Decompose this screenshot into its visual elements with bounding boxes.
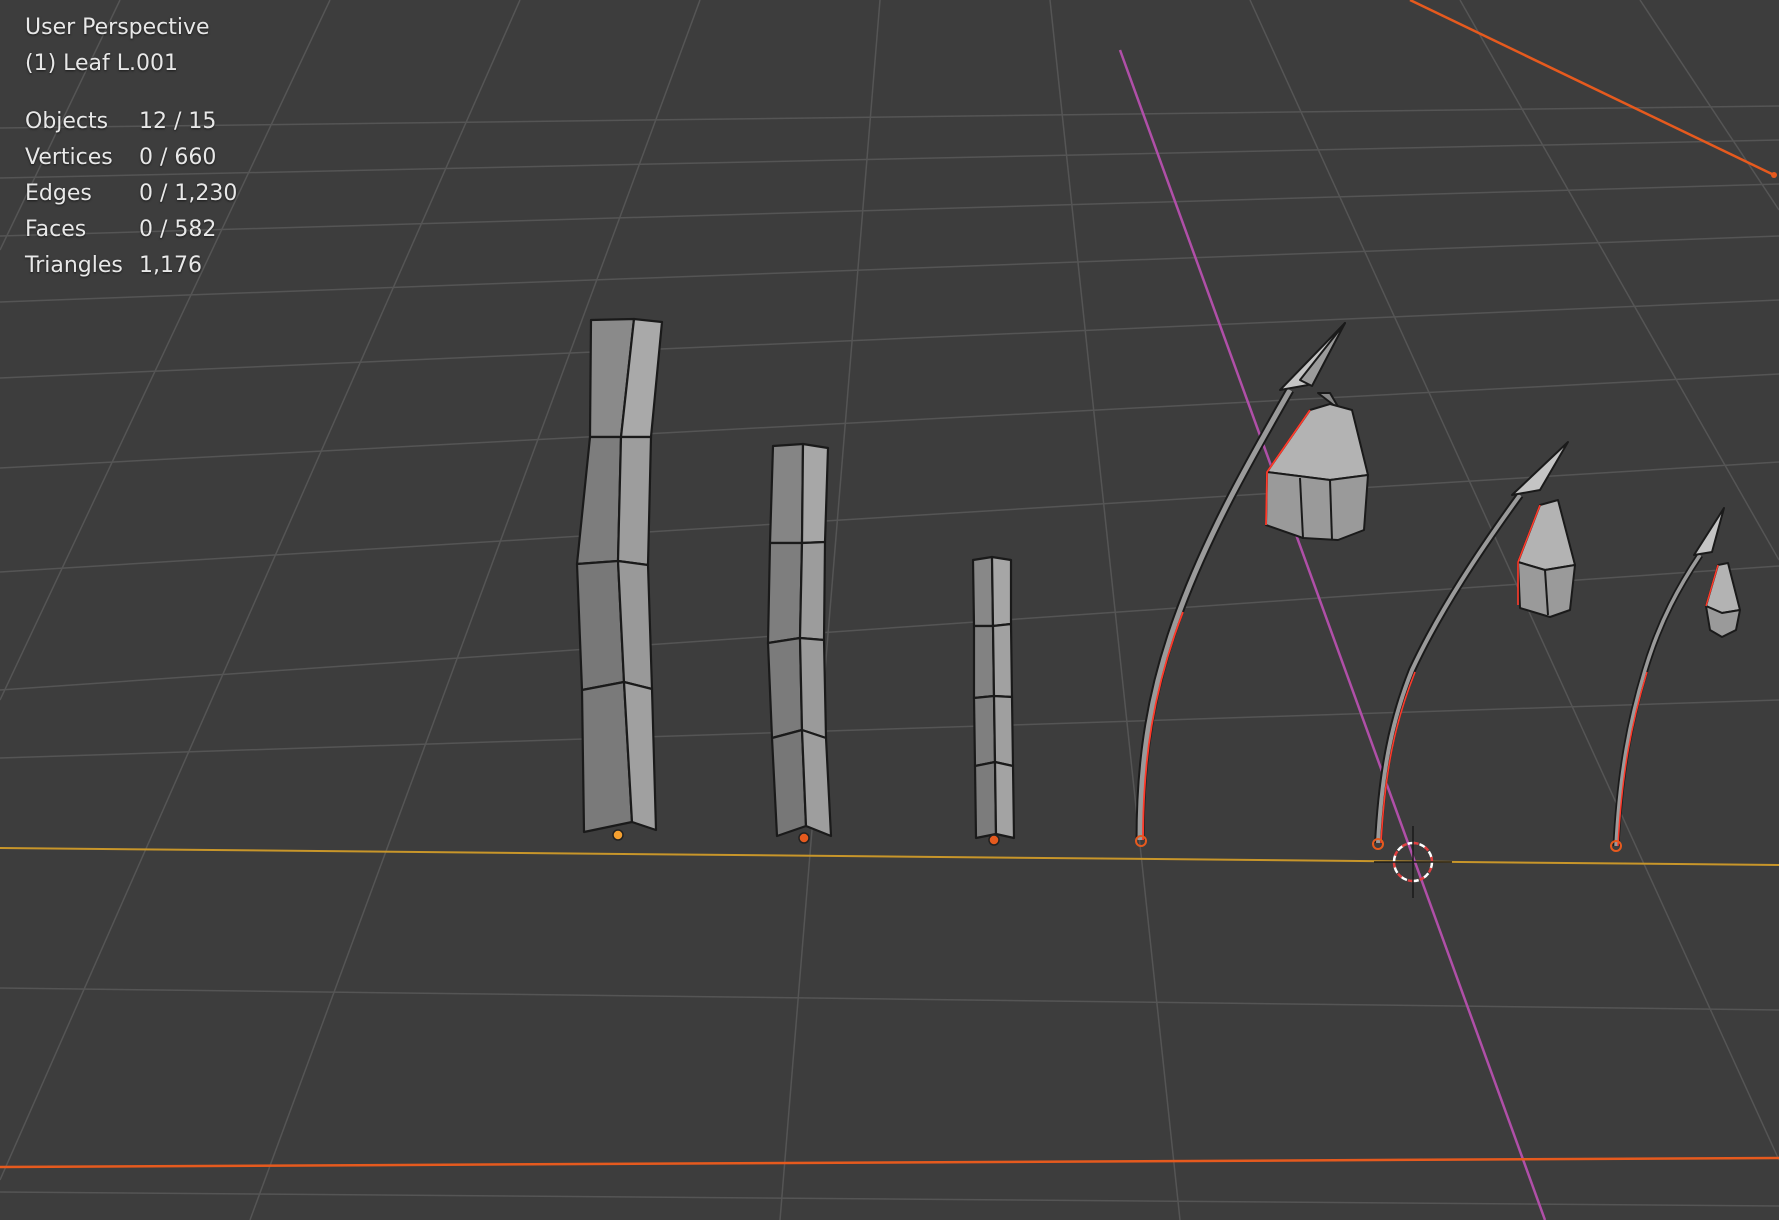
stat-label: Vertices [25,145,113,170]
selection-edge-top-right [1409,0,1775,177]
stem-object-1[interactable] [575,317,664,841]
stats-row-triangles: Triangles 1,176 [25,248,237,284]
3d-viewport[interactable]: User Perspective (1) Leaf L.001 Objects … [0,0,1779,1220]
selection-edge-bottom [0,1156,1779,1169]
floor-grid [0,0,1779,1220]
stat-value: 0 / 582 [139,217,217,242]
stat-label: Edges [25,181,92,206]
stats-row-faces: Faces 0 / 582 [25,212,237,248]
stats-row-edges: Edges 0 / 1,230 [25,176,237,212]
stem-object-2[interactable] [766,442,833,844]
stat-value: 0 / 660 [139,145,217,170]
stat-value: 12 / 15 [139,109,217,134]
stat-label: Objects [25,109,109,134]
stat-value: 0 / 1,230 [139,181,238,206]
stat-label: Faces [25,217,87,242]
stats-row-objects: Objects 12 / 15 [25,104,237,140]
stem-object-3[interactable] [971,555,1016,846]
viewport-info-overlay: User Perspective (1) Leaf L.001 Objects … [25,10,237,284]
active-object-name: (1) Leaf L.001 [25,51,179,76]
stat-label: Triangles [25,253,123,278]
flower-object-3[interactable] [1610,507,1741,852]
view-name: User Perspective [25,15,210,40]
viewport-canvas[interactable] [0,0,1779,1220]
3d-cursor-icon[interactable] [1374,826,1452,898]
x-axis-line [0,847,1779,866]
stat-value: 1,176 [139,253,202,278]
stats-row-vertices: Vertices 0 / 660 [25,140,237,176]
y-axis-line [1118,49,1547,1220]
